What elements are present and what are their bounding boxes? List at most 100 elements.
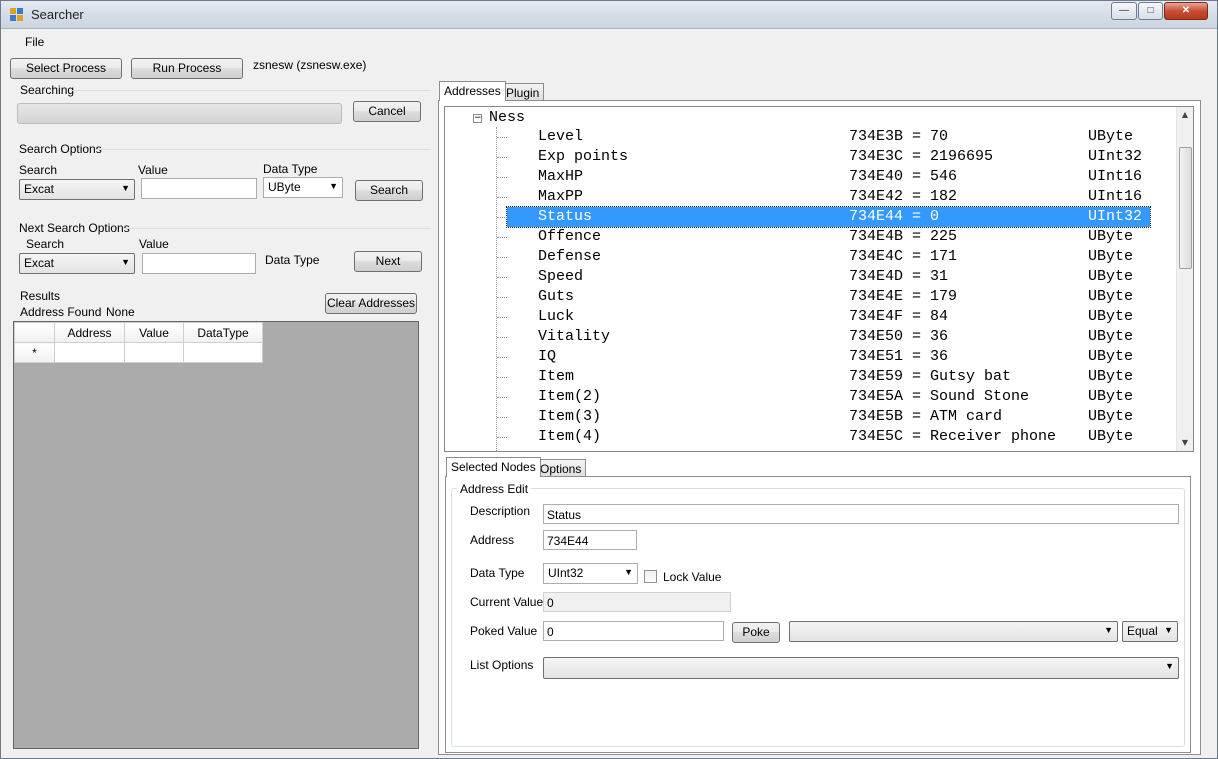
col-header-address[interactable]: Address bbox=[54, 322, 125, 343]
tab-plugin[interactable]: Plugin bbox=[501, 83, 545, 101]
tree-node-name: MaxPP bbox=[538, 188, 584, 205]
chevron-down-icon: ▼ bbox=[329, 181, 338, 191]
tree-node-address: 734E4F = 84 bbox=[849, 308, 949, 325]
tree-node-name: Guts bbox=[538, 288, 575, 305]
tree-node-type: UByte bbox=[1088, 348, 1134, 365]
lock-value-checkbox[interactable] bbox=[644, 570, 657, 583]
scroll-thumb[interactable] bbox=[1179, 147, 1192, 269]
tree-node[interactable]: Item(3) 734E5B = ATM card UByte bbox=[497, 407, 1150, 427]
search-options-label: Search Options bbox=[19, 142, 102, 156]
data-type-select[interactable]: UInt32 ▼ bbox=[543, 563, 638, 584]
tree-connector-line bbox=[496, 127, 497, 451]
scroll-up-arrow-icon[interactable]: ▲ bbox=[1177, 107, 1193, 123]
results-grid[interactable]: Address Value DataType * bbox=[13, 321, 419, 749]
tree-node-type: UByte bbox=[1088, 388, 1134, 405]
tree-node-address: 734E50 = 36 bbox=[849, 328, 949, 345]
minimize-button[interactable]: — bbox=[1111, 2, 1137, 20]
tab-addresses[interactable]: Addresses bbox=[439, 81, 506, 101]
tree-node[interactable]: Level 734E3B = 70 UByte bbox=[497, 127, 1150, 147]
tree-branch-line bbox=[497, 157, 507, 158]
tree-scrollbar[interactable]: ▲ ▼ bbox=[1176, 107, 1193, 451]
new-row-value-cell[interactable] bbox=[124, 342, 184, 363]
address-edit-label: Address Edit bbox=[457, 482, 532, 496]
select-process-button[interactable]: Select Process bbox=[10, 58, 122, 79]
col-header-value[interactable]: Value bbox=[124, 322, 184, 343]
col-header-datatype[interactable]: DataType bbox=[183, 322, 263, 343]
poke-button[interactable]: Poke bbox=[732, 622, 780, 643]
tab-selected-nodes[interactable]: Selected Nodes bbox=[446, 457, 541, 477]
search-button[interactable]: Search bbox=[355, 180, 423, 201]
tree-node[interactable]: Defense 734E4C = 171 UByte bbox=[497, 247, 1150, 267]
tree-node-address: 734E5A = Sound Stone bbox=[849, 388, 1030, 405]
tree-branch-line bbox=[497, 397, 507, 398]
new-row-marker: * bbox=[14, 342, 55, 363]
tree-branch-line bbox=[497, 257, 507, 258]
tree-node[interactable]: Exp points 734E3C = 2196695 UInt32 bbox=[497, 147, 1150, 167]
chevron-down-icon: ▼ bbox=[121, 257, 130, 267]
table-row[interactable]: * bbox=[14, 342, 263, 363]
tree-node[interactable]: IQ 734E51 = 36 UByte bbox=[497, 347, 1150, 367]
tree-node[interactable]: Item(4) 734E5C = Receiver phone UByte bbox=[497, 427, 1150, 447]
search-value-input[interactable] bbox=[141, 178, 257, 199]
compare-target-select[interactable]: ▼ bbox=[789, 621, 1118, 642]
tree-root-node[interactable]: Ness bbox=[489, 109, 525, 126]
tree-node-address: 734E5C = Receiver phone bbox=[849, 428, 1057, 445]
tree-node[interactable]: Speed 734E4D = 31 UByte bbox=[497, 267, 1150, 287]
compare-operator-value: Equal bbox=[1127, 624, 1158, 638]
next-search-divider bbox=[123, 228, 431, 229]
search-mode-label: Search bbox=[19, 163, 58, 177]
description-input[interactable]: Status bbox=[543, 504, 1179, 524]
tree-branch-line bbox=[497, 417, 507, 418]
chevron-down-icon: ▼ bbox=[1164, 625, 1173, 635]
title-bar[interactable]: Searcher — □ ✕ bbox=[1, 1, 1217, 29]
tree-node[interactable]: Status 734E44 = 0 UInt32 bbox=[497, 206, 1151, 228]
tree-node[interactable]: Vitality 734E50 = 36 UByte bbox=[497, 327, 1150, 347]
tree-node[interactable]: MaxPP 734E42 = 182 UInt16 bbox=[497, 187, 1150, 207]
lock-value-label[interactable]: Lock Value bbox=[663, 570, 721, 584]
tree-node-type: UByte bbox=[1088, 368, 1134, 385]
tree-node[interactable]: MaxHP 734E40 = 546 UInt16 bbox=[497, 167, 1150, 187]
tab-options[interactable]: Options bbox=[535, 459, 587, 477]
new-row-address-cell[interactable] bbox=[54, 342, 125, 363]
poked-value-input[interactable]: 0 bbox=[543, 621, 724, 641]
tree-node-address: 734E4C = 171 bbox=[849, 248, 958, 265]
next-value-input[interactable] bbox=[142, 253, 256, 274]
scroll-down-arrow-icon[interactable]: ▼ bbox=[1177, 435, 1193, 451]
search-data-type-select[interactable]: UByte ▼ bbox=[263, 177, 343, 198]
tree-node[interactable]: Item(2) 734E5A = Sound Stone UByte bbox=[497, 387, 1150, 407]
address-label: Address bbox=[470, 533, 515, 547]
tree-node-address: 734E44 = 0 bbox=[849, 208, 940, 225]
list-options-select[interactable]: ▼ bbox=[543, 657, 1179, 679]
tree-node-name: Luck bbox=[538, 308, 575, 325]
compare-operator-select[interactable]: Equal ▼ bbox=[1122, 621, 1178, 642]
tree-node-name: Item(2) bbox=[538, 388, 602, 405]
new-row-datatype-cell[interactable] bbox=[183, 342, 263, 363]
address-edit-group bbox=[451, 488, 1185, 747]
tree-branch-line bbox=[497, 377, 507, 378]
address-input[interactable]: 734E44 bbox=[543, 530, 637, 550]
clear-addresses-button[interactable]: Clear Addresses bbox=[325, 293, 417, 314]
tree-node[interactable]: Item 734E59 = Gutsy bat UByte bbox=[497, 367, 1150, 387]
tree-node[interactable]: Offence 734E4B = 225 UByte bbox=[497, 227, 1150, 247]
tree-node-address: 734E4B = 225 bbox=[849, 228, 958, 245]
tree-node[interactable]: Guts 734E4E = 179 UByte bbox=[497, 287, 1150, 307]
run-process-button[interactable]: Run Process bbox=[131, 58, 243, 79]
address-tree[interactable]: − Ness Level 734E3B = 70 UByte Exp points 73… bbox=[444, 106, 1194, 452]
address-found-value: None bbox=[106, 305, 135, 319]
tree-node-name: Item(4) bbox=[538, 428, 602, 445]
next-search-mode-select[interactable]: Excat ▼ bbox=[19, 253, 135, 274]
tree-node-name: Defense bbox=[538, 248, 602, 265]
tree-node-name: Item(3) bbox=[538, 408, 602, 425]
next-button[interactable]: Next bbox=[354, 251, 422, 272]
close-button[interactable]: ✕ bbox=[1164, 2, 1208, 20]
tree-node[interactable]: Luck 734E4F = 84 UByte bbox=[497, 307, 1150, 327]
search-mode-select[interactable]: Excat ▼ bbox=[19, 179, 135, 200]
tree-node-type: UByte bbox=[1088, 428, 1134, 445]
maximize-button[interactable]: □ bbox=[1138, 2, 1163, 20]
menu-file[interactable]: File bbox=[25, 35, 44, 49]
poked-value-label: Poked Value bbox=[470, 624, 538, 638]
tree-branch-line bbox=[497, 137, 507, 138]
collapse-icon[interactable]: − bbox=[473, 114, 482, 123]
cancel-button[interactable]: Cancel bbox=[353, 101, 421, 122]
tree-node-name: Vitality bbox=[538, 328, 611, 345]
